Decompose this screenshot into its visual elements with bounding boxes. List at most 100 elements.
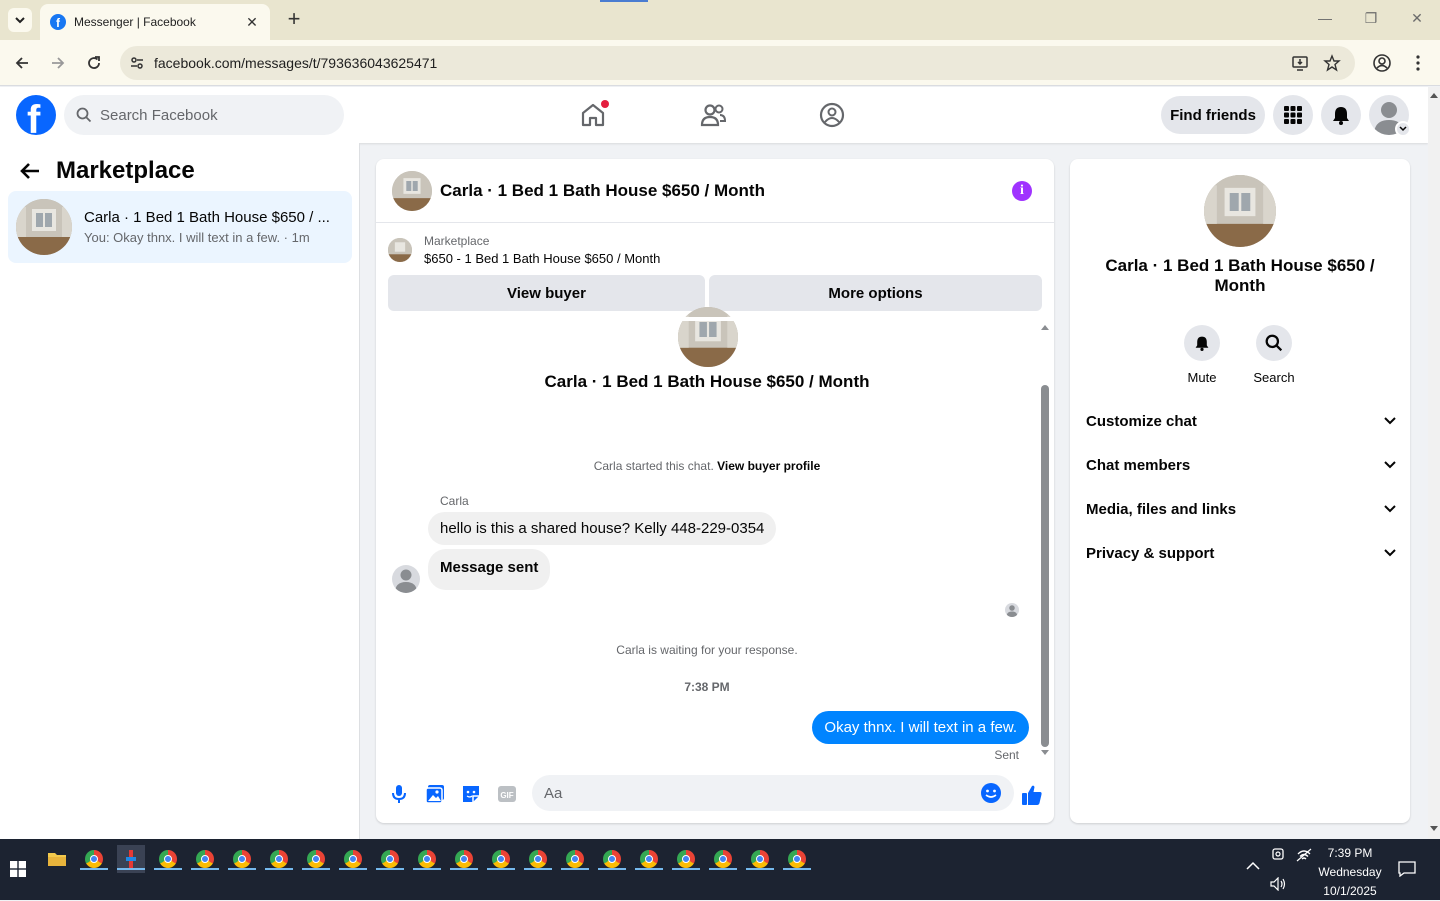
search-in-chat-button[interactable]: Search	[1244, 325, 1304, 385]
view-buyer-button[interactable]: View buyer	[388, 275, 705, 311]
facebook-logo[interactable]: f	[16, 95, 56, 135]
scroll-down-icon[interactable]	[1428, 825, 1440, 833]
account-chevron[interactable]	[1395, 121, 1411, 137]
nav-groups[interactable]	[816, 99, 848, 131]
emoji-icon[interactable]	[980, 782, 1002, 804]
address-bar[interactable]: facebook.com/messages/t/793636043625471	[120, 46, 1355, 80]
active-indicator	[339, 868, 367, 870]
camera-icon	[1272, 848, 1284, 860]
notifications-button[interactable]	[1321, 95, 1361, 135]
tab-search-button[interactable]	[8, 8, 32, 32]
chrome-icon	[307, 850, 325, 868]
groups-icon	[819, 102, 845, 128]
message-composer[interactable]	[532, 775, 1014, 811]
active-indicator	[635, 868, 663, 870]
active-indicator	[598, 868, 626, 870]
scrollbar-thumb[interactable]	[1041, 385, 1049, 747]
conversation-item[interactable]: Carla · 1 Bed 1 Bath House $650 / ... Yo…	[8, 191, 352, 263]
browser-profile-button[interactable]	[1370, 51, 1394, 75]
send-like-button[interactable]	[1020, 783, 1042, 805]
page-scrollbar[interactable]	[1428, 87, 1440, 839]
facebook-search-input[interactable]	[100, 106, 320, 124]
tray-overflow-button[interactable]	[1246, 861, 1260, 871]
install-app-button[interactable]	[1288, 51, 1312, 75]
file-explorer-taskbar-button[interactable]	[43, 845, 71, 873]
scroll-up-icon[interactable]	[1428, 91, 1440, 99]
message-input[interactable]	[544, 784, 964, 802]
outgoing-message[interactable]: Okay thnx. I will text in a few.	[812, 711, 1029, 744]
forward-button[interactable]	[46, 51, 70, 75]
chrome-icon	[714, 850, 732, 868]
marketplace-item-title[interactable]: $650 - 1 Bed 1 Bath House $650 / Month	[424, 251, 660, 266]
install-icon	[1292, 56, 1308, 71]
facebook-header: f Find friends	[0, 87, 1428, 143]
scroll-down-icon[interactable]	[1040, 749, 1050, 757]
scroll-up-icon[interactable]	[1040, 323, 1050, 331]
nav-friends[interactable]	[697, 99, 729, 131]
chrome-icon	[751, 850, 769, 868]
incoming-message[interactable]: Message sent	[428, 549, 551, 590]
panel-header: Marketplace	[20, 157, 195, 185]
new-tab-button[interactable]: +	[282, 8, 306, 32]
reload-button[interactable]	[82, 51, 106, 75]
view-buyer-profile-link[interactable]: View buyer profile	[717, 459, 820, 473]
mute-button[interactable]: Mute	[1172, 325, 1232, 385]
active-indicator	[413, 868, 441, 870]
chat-members-section[interactable]: Chat members	[1086, 445, 1396, 485]
default-avatar-icon	[395, 569, 417, 593]
system-clock[interactable]: 7:39 PM Wednesday 10/1/2025	[1312, 844, 1388, 901]
volume-button[interactable]	[1270, 877, 1288, 891]
meet-now-button[interactable]	[1271, 847, 1285, 861]
search-icon	[1265, 334, 1283, 352]
bell-icon	[1195, 336, 1209, 351]
star-icon	[1323, 54, 1341, 72]
nav-home[interactable]	[577, 99, 609, 131]
incoming-message[interactable]: hello is this a shared house? Kelly 448-…	[428, 512, 777, 545]
gif-button[interactable]: GIF	[496, 783, 518, 805]
details-avatar[interactable]	[1204, 175, 1276, 247]
notification-center-button[interactable]	[1398, 861, 1416, 877]
chrome-icon	[270, 850, 288, 868]
site-info-icon[interactable]	[120, 55, 154, 71]
chrome-icon	[529, 850, 547, 868]
window-close-button[interactable]: ✕	[1402, 10, 1432, 27]
customize-chat-section[interactable]: Customize chat	[1086, 401, 1396, 441]
back-arrow-icon[interactable]	[20, 162, 40, 180]
browser-menu-button[interactable]	[1406, 51, 1430, 75]
window-minimize-button[interactable]: —	[1310, 10, 1340, 26]
search-label: Search	[1253, 370, 1295, 385]
profile-icon	[1373, 54, 1391, 72]
bookmark-button[interactable]	[1320, 51, 1344, 75]
chat-header-name[interactable]: Carla · 1 Bed 1 Bath House $650 / Month	[440, 181, 765, 201]
chrome-icon	[455, 850, 473, 868]
start-button[interactable]	[10, 861, 26, 877]
media-files-links-section[interactable]: Media, files and links	[1086, 489, 1396, 529]
arrow-left-icon	[15, 57, 28, 69]
network-button[interactable]	[1296, 848, 1312, 862]
active-indicator	[746, 868, 774, 870]
active-indicator	[302, 868, 330, 870]
sticker-icon	[463, 786, 479, 802]
chat-header-avatar[interactable]	[392, 170, 432, 211]
tab-close-icon[interactable]: ✕	[244, 14, 260, 31]
active-indicator	[191, 868, 219, 870]
browser-tab-messenger[interactable]: f Messenger | Facebook ✕	[40, 4, 270, 40]
menu-button[interactable]	[1273, 95, 1313, 135]
voice-clip-button[interactable]	[388, 783, 410, 805]
more-options-button[interactable]: More options	[709, 275, 1042, 311]
window-restore-button[interactable]: ❐	[1356, 10, 1386, 27]
sticker-button[interactable]	[460, 783, 482, 805]
attach-media-button[interactable]	[424, 783, 446, 805]
facebook-search[interactable]	[64, 95, 344, 135]
kebab-menu-icon	[1416, 55, 1420, 71]
find-friends-button[interactable]: Find friends	[1161, 96, 1265, 134]
arrow-right-icon	[52, 57, 65, 69]
sender-avatar[interactable]	[392, 565, 420, 593]
section-label: Customize chat	[1086, 412, 1197, 430]
browser-toolbar: facebook.com/messages/t/793636043625471	[0, 40, 1440, 86]
chrome-icon	[381, 850, 399, 868]
back-button[interactable]	[10, 51, 34, 75]
info-icon[interactable]: i	[1012, 181, 1032, 201]
privacy-support-section[interactable]: Privacy & support	[1086, 533, 1396, 573]
chrome-icon	[159, 850, 177, 868]
